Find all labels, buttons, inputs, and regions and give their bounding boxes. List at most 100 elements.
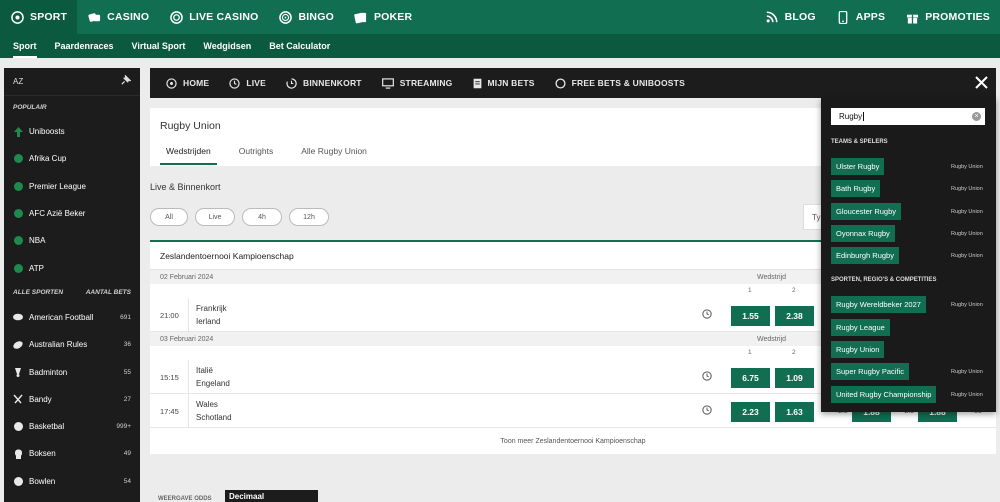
- search-result-sport: Rugby Union: [951, 369, 983, 375]
- bandy-icon: [13, 394, 23, 404]
- odd-button-1[interactable]: 2.23: [731, 402, 770, 422]
- match-time: 15:15: [160, 373, 179, 382]
- clock-icon: [702, 309, 712, 321]
- search-result-team[interactable]: Edinburgh Rugby: [831, 247, 899, 264]
- filter-live[interactable]: Live: [195, 208, 235, 226]
- sidebar-item-afrika-cup[interactable]: Afrika Cup: [4, 145, 140, 172]
- nav-sport-label: SPORT: [30, 11, 68, 23]
- mainnav-binnenkort[interactable]: BINNENKORT: [276, 77, 372, 89]
- mainnav-live[interactable]: LIVE: [219, 77, 276, 89]
- dice-icon: [87, 10, 101, 24]
- sidebar-item-bandy[interactable]: Bandy 27: [4, 386, 140, 413]
- clear-search-icon[interactable]: ×: [972, 112, 981, 121]
- filter-4h[interactable]: 4h: [242, 208, 282, 226]
- tab-outrights[interactable]: Outrights: [233, 146, 280, 165]
- tab-wedstrijden[interactable]: Wedstrijden: [160, 146, 217, 165]
- clock-icon: [229, 77, 240, 89]
- odd-button-2[interactable]: 1.63: [775, 402, 814, 422]
- bet-count: 999+: [116, 423, 131, 431]
- nav-poker[interactable]: POKER: [344, 0, 422, 34]
- arrow-up-icon: [13, 126, 23, 137]
- sidebar-item-label: Australian Rules: [29, 340, 88, 350]
- sidebar-item-badminton[interactable]: Badminton 55: [4, 358, 140, 385]
- sidebar-item-uniboosts[interactable]: Uniboosts: [4, 118, 140, 145]
- match-teams[interactable]: Wales Schotland: [196, 399, 232, 424]
- subnav-sport[interactable]: Sport: [4, 34, 46, 58]
- sidebar-item-label: NBA: [29, 236, 46, 246]
- close-icon: [974, 75, 988, 91]
- sidebar-item-boksen[interactable]: Boksen 49: [4, 440, 140, 467]
- bet-count: 36: [123, 341, 131, 349]
- subnav-wedgidsen[interactable]: Wedgidsen: [194, 34, 260, 58]
- odd-button-2[interactable]: 1.09: [775, 368, 814, 388]
- match-teams[interactable]: Frankrijk Ierland: [196, 303, 227, 328]
- sort-az-icon[interactable]: AZ: [13, 77, 23, 86]
- search-result-competition[interactable]: Rugby League: [831, 319, 890, 336]
- phone-icon: [836, 10, 850, 24]
- gift-icon: [905, 10, 919, 24]
- subnav-virtual-sport[interactable]: Virtual Sport: [123, 34, 195, 58]
- tab-alle-rugby-union[interactable]: Alle Rugby Union: [295, 146, 373, 165]
- odds-format-select[interactable]: Decimaal: [225, 490, 318, 502]
- sidebar-item-bowlen[interactable]: Bowlen 54: [4, 468, 140, 495]
- time-filters: All Live 4h 12h: [150, 208, 336, 226]
- nav-blog[interactable]: BLOG: [755, 0, 826, 34]
- date-label: 03 Februari 2024: [160, 335, 214, 343]
- search-result-competition[interactable]: Rugby Union: [831, 341, 885, 358]
- sidebar-item-premier-league[interactable]: Premier League: [4, 173, 140, 200]
- mainnav-live-label: LIVE: [246, 78, 267, 88]
- odd-button-1[interactable]: 6.75: [731, 368, 770, 388]
- search-result-competition[interactable]: United Rugby Championship: [831, 386, 937, 403]
- nav-sport[interactable]: SPORT: [0, 0, 78, 34]
- nav-apps-label: APPS: [855, 11, 886, 23]
- search-result-competition[interactable]: Rugby Wereldbeker 2027: [831, 296, 926, 313]
- sidebar-item-australian-rules[interactable]: Australian Rules 36: [4, 331, 140, 358]
- show-more-link[interactable]: Toon meer Zeslandentoernooi Kampioenscha…: [150, 428, 996, 454]
- competitions-section-title: SPORTEN, REGIO'S & COMPETITIES: [831, 277, 937, 283]
- search-result-competition[interactable]: Super Rugby Pacific: [831, 363, 909, 380]
- sidebar-item-nba[interactable]: NBA: [4, 227, 140, 254]
- nav-live-casino[interactable]: LIVE CASINO: [159, 0, 268, 34]
- nav-promoties[interactable]: PROMOTIES: [895, 0, 1000, 34]
- bowling-icon: [13, 476, 23, 486]
- sub-nav: Sport Paardenraces Virtual Sport Wedgids…: [0, 34, 1000, 58]
- search-input[interactable]: Rugby ×: [831, 108, 985, 125]
- search-result-sport: Rugby Union: [951, 302, 983, 308]
- sidebar-item-afc-azie-beker[interactable]: AFC Azië Beker: [4, 200, 140, 227]
- subnav-bet-calculator[interactable]: Bet Calculator: [260, 34, 339, 58]
- pin-icon[interactable]: [120, 74, 132, 88]
- sidebar-item-american-football[interactable]: American Football 691: [4, 304, 140, 331]
- nav-casino[interactable]: CASINO: [77, 0, 159, 34]
- subnav-paardenraces[interactable]: Paardenraces: [46, 34, 123, 58]
- mainnav-free-bets[interactable]: FREE BETS & UNIBOOSTS: [545, 77, 695, 89]
- mainnav-mijn-bets[interactable]: MIJN BETS: [463, 78, 545, 89]
- match-teams[interactable]: Italië Engeland: [196, 365, 230, 390]
- nav-apps[interactable]: APPS: [826, 0, 895, 34]
- nav-bingo[interactable]: BINGO: [269, 0, 344, 34]
- filter-all[interactable]: All: [150, 208, 188, 226]
- sidebar-item-atp[interactable]: ATP: [4, 254, 140, 281]
- mainnav-streaming[interactable]: STREAMING: [372, 77, 463, 89]
- close-search-button[interactable]: [966, 68, 996, 98]
- search-result-team[interactable]: Bath Rugby: [831, 180, 881, 197]
- sidebar-item-label: Basketbal: [29, 422, 65, 432]
- mainnav-binnenkort-label: BINNENKORT: [303, 78, 362, 88]
- home-icon: [166, 77, 177, 89]
- roulette-icon: [169, 10, 183, 24]
- section-populair: POPULAIR: [4, 96, 140, 118]
- search-result-team[interactable]: Gloucester Rugby: [831, 203, 902, 220]
- col-1-label: 1: [748, 287, 752, 294]
- filter-12h[interactable]: 12h: [289, 208, 329, 226]
- sports-sidebar: AZ POPULAIR Uniboosts Afrika Cup Premier…: [4, 68, 140, 502]
- sidebar-item-basketbal[interactable]: Basketbal 999+: [4, 413, 140, 440]
- mainnav-home[interactable]: HOME: [156, 77, 219, 89]
- search-result-team[interactable]: Ulster Rugby: [831, 158, 885, 175]
- type-select-text: Ty: [812, 212, 821, 222]
- sidebar-item-label: Bandy: [29, 394, 52, 404]
- soccer-ball-icon: [13, 181, 23, 191]
- top-nav: SPORT CASINO LIVE CASINO BINGO POKER BLO…: [0, 0, 1000, 34]
- search-result-team[interactable]: Oyonnax Rugby: [831, 225, 895, 242]
- odd-button-2[interactable]: 2.38: [775, 306, 814, 326]
- sidebar-item-label: Uniboosts: [29, 127, 65, 137]
- odd-button-1[interactable]: 1.55: [731, 306, 770, 326]
